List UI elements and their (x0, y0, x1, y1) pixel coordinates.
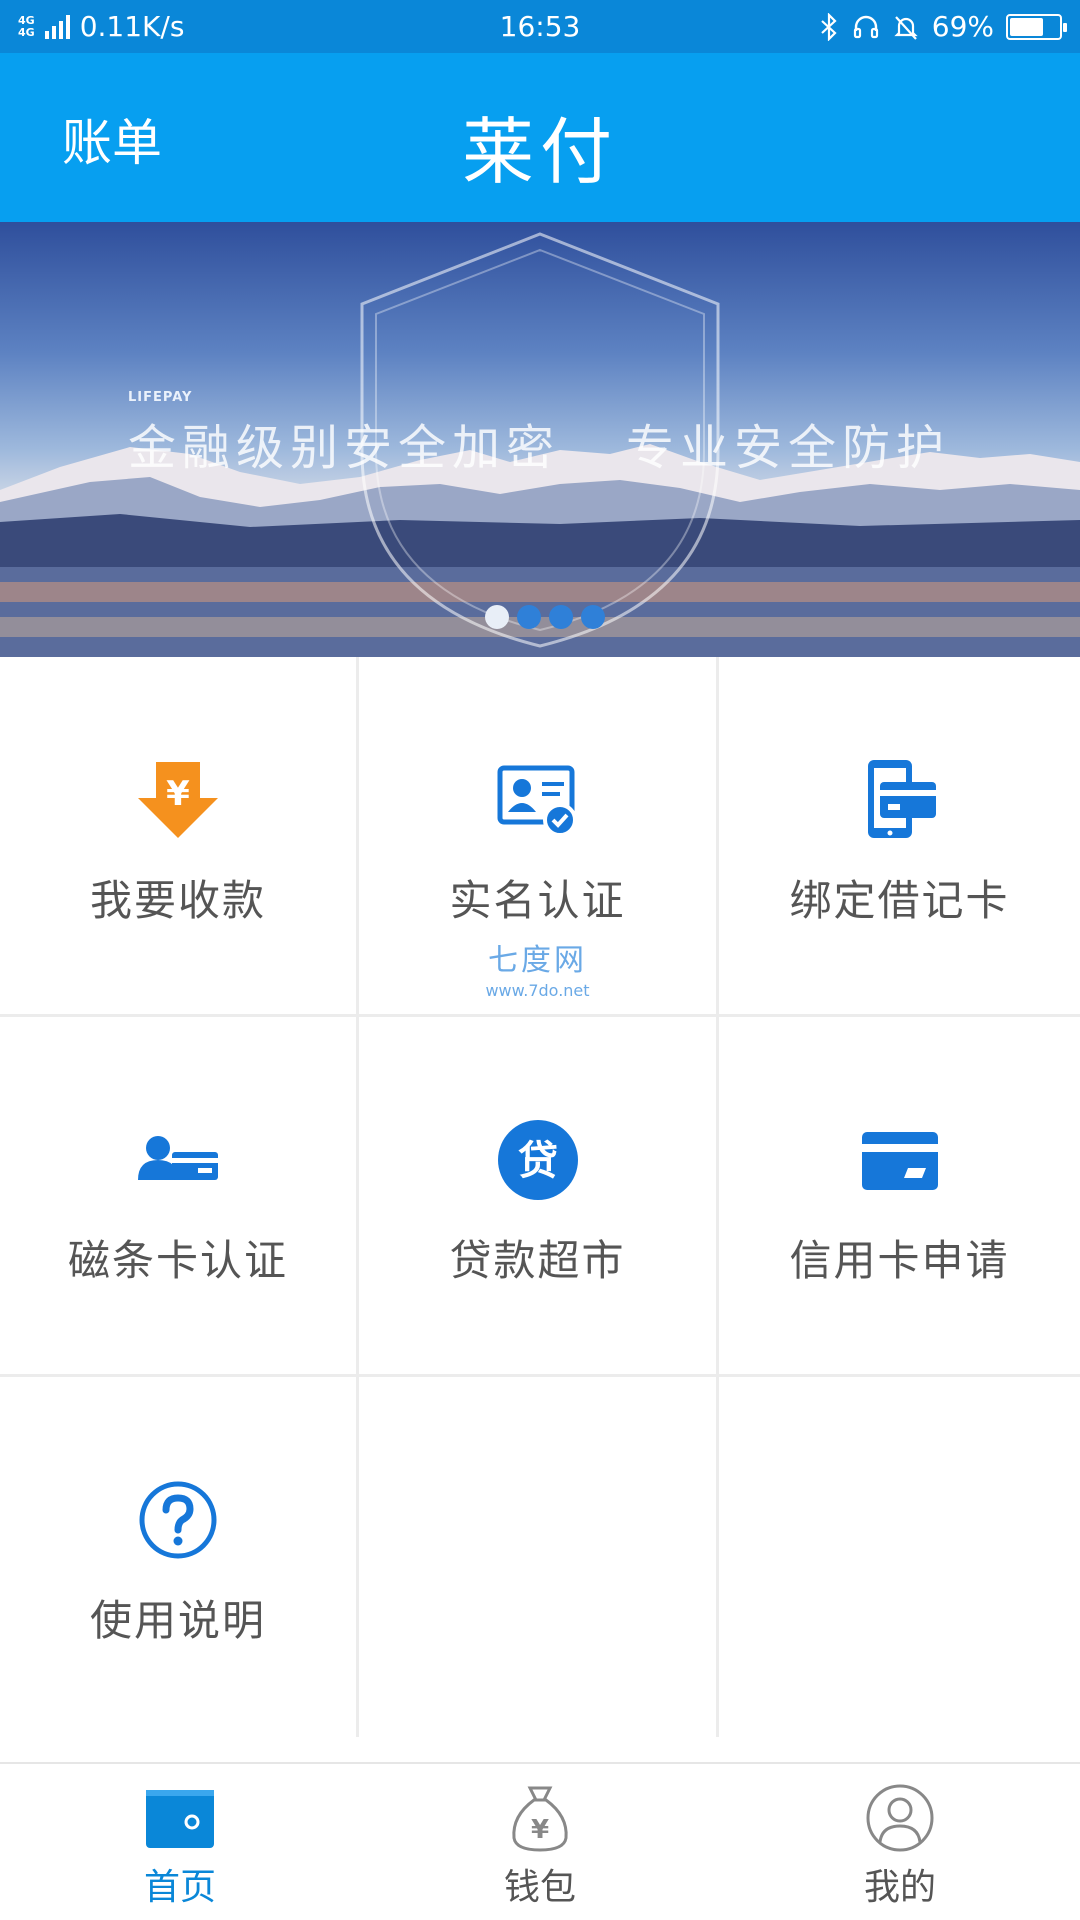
nav-item-home[interactable]: 首页 (0, 1764, 360, 1920)
wallet-home-icon (144, 1782, 216, 1854)
grid-item-help[interactable]: 使用说明 (0, 1377, 359, 1737)
grid-item-label: 信用卡申请 (789, 1236, 1010, 1285)
banner-dot[interactable] (581, 605, 605, 629)
page-title: 莱付 (461, 110, 618, 194)
bill-button[interactable]: 账单 (62, 103, 162, 175)
battery-icon (1006, 13, 1067, 40)
watermark-url: www.7do.net (485, 981, 590, 1000)
signal-icon (44, 14, 70, 39)
profile-icon (864, 1782, 936, 1854)
watermark: 七度网 www.7do.net (359, 935, 716, 1000)
nav-item-label: 首页 (143, 1867, 216, 1908)
money-bag-icon: ¥ (504, 1782, 576, 1854)
grid-item-magstripe-card[interactable]: 磁条卡认证 (0, 1017, 359, 1377)
app-header: 账单 莱付 (0, 53, 1080, 222)
function-grid: ¥ 我要收款 实名认证 七度网 www.7do.net 绑定借记卡 磁条卡认证 … (0, 657, 1080, 1737)
grid-item-credit-card[interactable]: 信用卡申请 (719, 1017, 1080, 1377)
banner-dot[interactable] (549, 605, 573, 629)
grid-item-label: 贷款超市 (449, 1236, 626, 1285)
help-icon (133, 1475, 223, 1565)
banner-brand: LIFEPAY (128, 390, 193, 405)
grid-empty-cell (359, 1377, 719, 1737)
magstripe-card-icon (133, 1115, 223, 1205)
nav-item-wallet[interactable]: ¥ 钱包 (360, 1764, 720, 1920)
credit-card-icon (855, 1115, 945, 1205)
nav-item-label: 钱包 (503, 1867, 576, 1908)
receive-money-icon: ¥ (133, 755, 223, 845)
status-left: 4G 4G 0.11K/s (18, 10, 184, 43)
banner-text-right: 专业安全防护 (626, 420, 951, 476)
bottom-nav: 首页 ¥ 钱包 我的 (0, 1762, 1080, 1920)
nav-item-profile[interactable]: 我的 (720, 1764, 1080, 1920)
grid-item-label: 绑定借记卡 (789, 876, 1010, 925)
battery-percent: 69% (931, 10, 994, 43)
grid-item-bind-card[interactable]: 绑定借记卡 (719, 657, 1080, 1017)
bind-card-icon (855, 755, 945, 845)
grid-item-loan[interactable]: 贷 贷款超市 (359, 1017, 719, 1377)
banner-text-left: 金融级别安全加密 (128, 420, 561, 476)
bluetooth-icon (821, 12, 837, 41)
mute-bell-icon (894, 15, 918, 40)
banner-dot[interactable] (485, 605, 509, 629)
svg-text:¥: ¥ (531, 1815, 549, 1845)
status-bar: 4G 4G 0.11K/s 16:53 69% (0, 0, 1080, 53)
banner-dot[interactable] (517, 605, 541, 629)
watermark-title: 七度网 (488, 943, 587, 978)
loan-icon: 贷 (493, 1115, 583, 1205)
battery-fill (1010, 17, 1044, 36)
network-type: 4G 4G (18, 13, 35, 39)
network-label-1: 4G (18, 13, 35, 27)
network-speed: 0.11K/s (79, 10, 185, 43)
grid-item-label: 实名认证 (449, 876, 626, 925)
svg-text:¥: ¥ (166, 774, 190, 814)
nav-item-label: 我的 (863, 1867, 936, 1908)
grid-item-receive-money[interactable]: ¥ 我要收款 (0, 657, 359, 1017)
banner-pagination[interactable] (0, 605, 1080, 629)
grid-item-label: 磁条卡认证 (67, 1236, 288, 1285)
status-right: 69% (818, 10, 1067, 43)
grid-item-id-verify[interactable]: 实名认证 七度网 www.7do.net (359, 657, 719, 1017)
headset-icon (853, 15, 878, 38)
grid-item-label: 使用说明 (89, 1596, 266, 1645)
svg-text:贷: 贷 (518, 1138, 558, 1184)
promo-banner[interactable]: LIFEPAY 金融级别安全加密 专业安全防护 (0, 222, 1080, 657)
grid-item-label: 我要收款 (89, 876, 266, 925)
id-verify-icon (493, 755, 583, 845)
network-label-2: 4G (18, 25, 35, 39)
grid-empty-cell (719, 1377, 1080, 1737)
